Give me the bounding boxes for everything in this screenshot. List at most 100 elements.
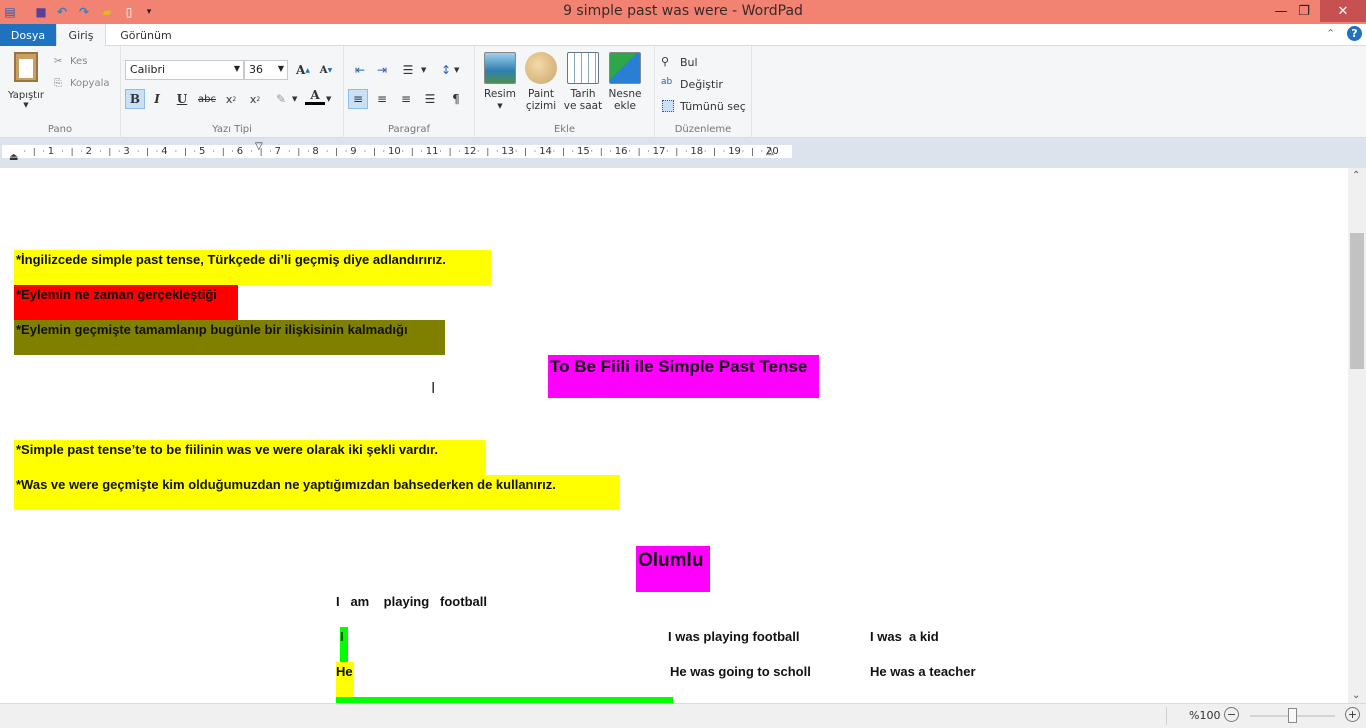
ruler-dot: · (495, 147, 499, 156)
doc-line: *İngilizcede simple past tense, Türkçede… (14, 250, 491, 285)
zoom-slider-thumb[interactable] (1288, 708, 1297, 723)
zoom-out-button[interactable]: − (1224, 707, 1239, 722)
shrink-font-button[interactable]: A ▼ (316, 60, 336, 80)
ruler-dot: | (70, 147, 74, 156)
ruler-dot: · (439, 147, 442, 156)
list-button[interactable]: ☰ (398, 60, 418, 80)
line-spacing-button[interactable]: ↕ (436, 60, 456, 80)
tab-view[interactable]: Görünüm (112, 24, 180, 46)
ruler-dot: | (335, 147, 338, 156)
ruler-dot: · (458, 147, 461, 156)
ruler-tick: 10 (388, 146, 401, 157)
maximize-button[interactable]: ❐ (1287, 0, 1321, 22)
decrease-indent-button[interactable]: ⇤ (350, 60, 370, 80)
tab-file[interactable]: Dosya (0, 24, 56, 46)
first-line-indent-marker[interactable]: ▽ (255, 141, 263, 152)
ruler-dot: | (486, 147, 490, 156)
replace-icon: ab (661, 77, 673, 87)
cut-button[interactable]: Kes (70, 56, 87, 67)
find-button[interactable]: Bul (680, 56, 698, 69)
doc-line: *Eylemin geçmişte tamamlanıp bugünle bir… (14, 320, 445, 355)
doc-line: He (336, 662, 354, 697)
ruler-dot: · (741, 147, 745, 156)
ruler-dot: · (99, 147, 102, 156)
ruler-dot: | (713, 147, 716, 156)
zoom-in-button[interactable]: + (1345, 707, 1360, 722)
bold-button[interactable]: B (125, 89, 145, 109)
chevron-down-icon[interactable]: ▼ (292, 95, 297, 103)
paint-drawing-button[interactable]: Paint çizimi (521, 52, 561, 112)
ruler-dot: · (420, 147, 423, 156)
ruler-tick: 5 (199, 146, 206, 157)
paste-button[interactable]: Yapıştır ▼ (6, 52, 46, 109)
close-button[interactable]: ✕ (1320, 0, 1366, 22)
ruler-tick: 18 (690, 146, 704, 157)
ruler-dot: | (146, 147, 149, 156)
justify-button[interactable]: ☰ (420, 89, 440, 109)
copy-button[interactable]: Kopyala (70, 78, 109, 89)
tab-home[interactable]: Giriş (56, 24, 106, 47)
doc-line: I was a kid (870, 629, 939, 644)
group-paragraph: ⇤ ⇥ ☰ ▼ ↕ ▼ ≡ ≡ ≡ ☰ ¶ Paragraf (344, 46, 475, 138)
ruler-dot: · (23, 147, 26, 156)
grow-font-button[interactable]: A ▲ (293, 60, 313, 80)
select-all-button[interactable]: Tümünü seç (680, 100, 746, 113)
chevron-down-icon[interactable]: ▼ (454, 66, 459, 74)
insert-object-button[interactable]: Nesne ekle (605, 52, 645, 112)
highlight-color-button[interactable]: ✎ (271, 89, 291, 109)
scrollbar-thumb[interactable] (1350, 233, 1364, 369)
ruler-dot: · (647, 147, 650, 156)
italic-button[interactable]: I (147, 89, 167, 109)
document-area[interactable]: *İngilizcede simple past tense, Türkçede… (0, 168, 1348, 703)
ruler-dot: · (212, 147, 215, 156)
help-icon[interactable]: ? (1347, 26, 1362, 41)
group-font: Calibri ▼ 36 ▼ A ▲ A ▼ B I U abc x2 x2 ✎ ▼ A… (121, 46, 344, 138)
collapse-ribbon-icon[interactable]: ⌃ (1326, 27, 1335, 40)
ruler-dot: · (722, 147, 726, 156)
ruler-tick: 19 (728, 146, 741, 157)
heading-to-be: To Be Fiili ile Simple Past Tense (548, 355, 819, 398)
ruler-dot: | (32, 147, 36, 156)
font-size-select[interactable]: 36 ▼ (244, 60, 288, 80)
paragraph-button[interactable]: ¶ (446, 89, 466, 109)
scroll-up-icon[interactable]: ⌃ (1352, 170, 1360, 181)
ruler-dot: · (61, 147, 64, 156)
date-time-button[interactable]: Tarih ve saat (563, 52, 603, 112)
ruler-dot: · (155, 147, 159, 156)
font-color-button[interactable]: A (305, 87, 325, 105)
scroll-down-icon[interactable]: ⌄ (1352, 690, 1360, 701)
ruler-dot: · (571, 147, 575, 156)
right-indent-marker[interactable]: △ (766, 146, 774, 157)
align-center-button[interactable]: ≡ (372, 89, 392, 109)
ruler-tick: 2 (85, 146, 92, 157)
select-all-icon (662, 100, 674, 112)
ruler-dot: · (174, 147, 178, 156)
ruler-dot: · (401, 147, 404, 156)
ruler[interactable]: 1 · | · 2 · | · 3 · | · 4 · | · 5 · | · 6 · | · 7 · | · 8 · | · 9 · | · 10 · |… (2, 145, 792, 158)
ruler-dot: · (514, 147, 518, 156)
replace-button[interactable]: Değiştir (680, 78, 723, 91)
ruler-dot: · (231, 147, 234, 156)
align-left-button[interactable]: ≡ (348, 89, 368, 109)
font-family-select[interactable]: Calibri ▼ (125, 60, 244, 80)
align-right-button[interactable]: ≡ (396, 89, 416, 109)
insert-picture-button[interactable]: Resim ▼ (480, 52, 520, 112)
ruler-tick: 6 (236, 146, 244, 157)
ruler-dot: · (325, 147, 329, 156)
doc-line: *Eylemin ne zaman gerçekleştiği (14, 285, 238, 320)
vertical-scrollbar[interactable]: ⌃ ⌄ (1348, 168, 1366, 703)
superscript-button[interactable]: x2 (245, 89, 265, 109)
doc-line: I (340, 627, 348, 662)
strikethrough-button[interactable]: abc (197, 89, 217, 109)
chevron-down-icon: ▼ (277, 64, 284, 73)
window-title: 9 simple past was were - WordPad (563, 3, 803, 19)
doc-line: *Was ve were geçmişte kim olduğumuzdan n… (14, 475, 620, 510)
chevron-down-icon[interactable]: ▼ (421, 66, 426, 74)
subscript-button[interactable]: x2 (221, 89, 241, 109)
paste-dropdown-icon[interactable]: ▼ (6, 101, 46, 109)
ruler-dot: · (684, 147, 688, 156)
underline-button[interactable]: U (172, 89, 192, 109)
chevron-down-icon[interactable]: ▼ (326, 95, 331, 103)
increase-indent-button[interactable]: ⇥ (372, 60, 392, 80)
left-indent-marker[interactable]: ⏏ (9, 152, 18, 163)
